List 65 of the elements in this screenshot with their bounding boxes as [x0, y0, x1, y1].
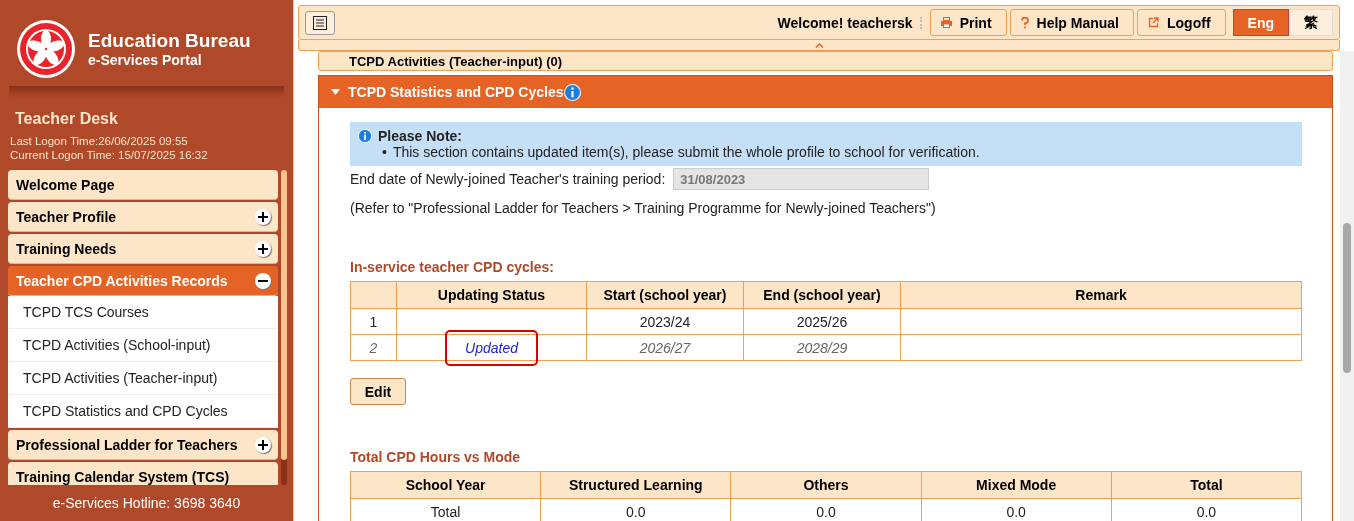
table-cell: 2025/26 — [743, 308, 901, 335]
last-logon-time: Last Logon Time:26/06/2025 09:55 — [9, 134, 189, 148]
submenu-item[interactable]: TCPD Activities (School-input) — [8, 329, 278, 362]
reference-text: (Refer to "Professional Ladder for Teachers > Training Programme for Newly-joined Teachers") — [350, 200, 937, 216]
column-header: Remark — [900, 281, 1302, 309]
emblem-logo — [16, 19, 76, 79]
info-icon — [563, 83, 581, 101]
column-header: Structured Learning — [540, 471, 731, 499]
printer-icon — [940, 17, 952, 28]
table-cell: 2023/24 — [586, 308, 744, 335]
language-tab[interactable]: 繁 — [1289, 9, 1333, 36]
submenu-item[interactable]: TCPD TCS Courses — [8, 296, 278, 329]
collapse-icon[interactable] — [255, 272, 271, 289]
hotline-text: e-Services Hotline: 3698 3640 — [51, 494, 242, 513]
scrollbar[interactable] — [281, 170, 287, 485]
column-header: Updating Status — [396, 281, 587, 309]
caret-icon — [814, 42, 824, 48]
expand-icon[interactable] — [255, 240, 271, 257]
table-cell: Total — [350, 498, 541, 521]
expand-icon[interactable] — [255, 208, 271, 225]
external-link-icon — [1148, 17, 1159, 28]
section-title: In-service teacher CPD cycles: — [350, 259, 555, 275]
menu-item[interactable]: Training Needs — [8, 234, 278, 264]
table-cell: 1 — [350, 308, 397, 335]
collapse-handle[interactable] — [298, 40, 1340, 51]
submenu-item[interactable]: TCPD Activities (Teacher-input) — [8, 362, 278, 395]
portal-title: Education Bureau — [88, 30, 251, 52]
note-text: This section contains updated item(s), please submit the whole profile to school for verification. — [392, 144, 980, 160]
menu-item[interactable]: Training Calendar System (TCS) — [8, 462, 278, 485]
table-cell: 2 — [350, 334, 397, 361]
question-icon — [1020, 16, 1029, 29]
note-title: Please Note: — [378, 128, 463, 144]
bullet: • — [382, 144, 387, 160]
edit-button[interactable]: Edit — [350, 378, 406, 405]
menu-item[interactable]: Professional Ladder for Teachers — [8, 430, 278, 460]
column-header: End (school year) — [743, 281, 901, 309]
desk-title: Teacher Desk — [14, 109, 119, 129]
toolbar-button[interactable]: Logoff — [1137, 9, 1226, 36]
end-date-field[interactable]: 31/08/2023 — [673, 168, 930, 190]
panel-title: TCPD Statistics and CPD Cycles — [348, 84, 564, 100]
field-label: End date of Newly-joined Teacher's training period: — [350, 171, 666, 187]
expand-icon[interactable] — [255, 436, 271, 453]
menu-item[interactable]: Teacher Profile — [8, 202, 278, 232]
toolbar-button[interactable]: Help Manual — [1009, 9, 1134, 36]
column-header: Start (school year) — [586, 281, 744, 309]
submenu-item[interactable]: TCPD Statistics and CPD Cycles — [8, 395, 278, 428]
column-header: Total — [1111, 471, 1302, 499]
column-header: Others — [730, 471, 922, 499]
welcome-text: Welcome! teachersk — [777, 14, 913, 31]
toolbar-button[interactable]: Print — [929, 9, 1007, 36]
panel-header[interactable]: TCPD Activities (Teacher-input) (0) — [318, 51, 1333, 71]
info-icon — [358, 129, 372, 143]
menu-toggle-button[interactable] — [305, 10, 335, 35]
scrollbar[interactable] — [1340, 51, 1354, 521]
portal-subtitle: e-Services Portal — [88, 52, 203, 68]
menu-item[interactable]: Welcome Page — [8, 170, 278, 200]
column-header: Mixed Mode — [921, 471, 1112, 499]
caret-icon — [331, 89, 340, 95]
status-text: Updated — [445, 329, 538, 366]
menu-icon — [313, 15, 327, 30]
table-cell: 2026/27 — [586, 334, 744, 361]
section-title: Total CPD Hours vs Mode — [350, 449, 522, 465]
current-logon-time: Current Logon Time: 15/07/2025 16:32 — [9, 148, 209, 162]
table-cell: 2028/29 — [743, 334, 901, 361]
column-header: School Year — [350, 471, 541, 499]
